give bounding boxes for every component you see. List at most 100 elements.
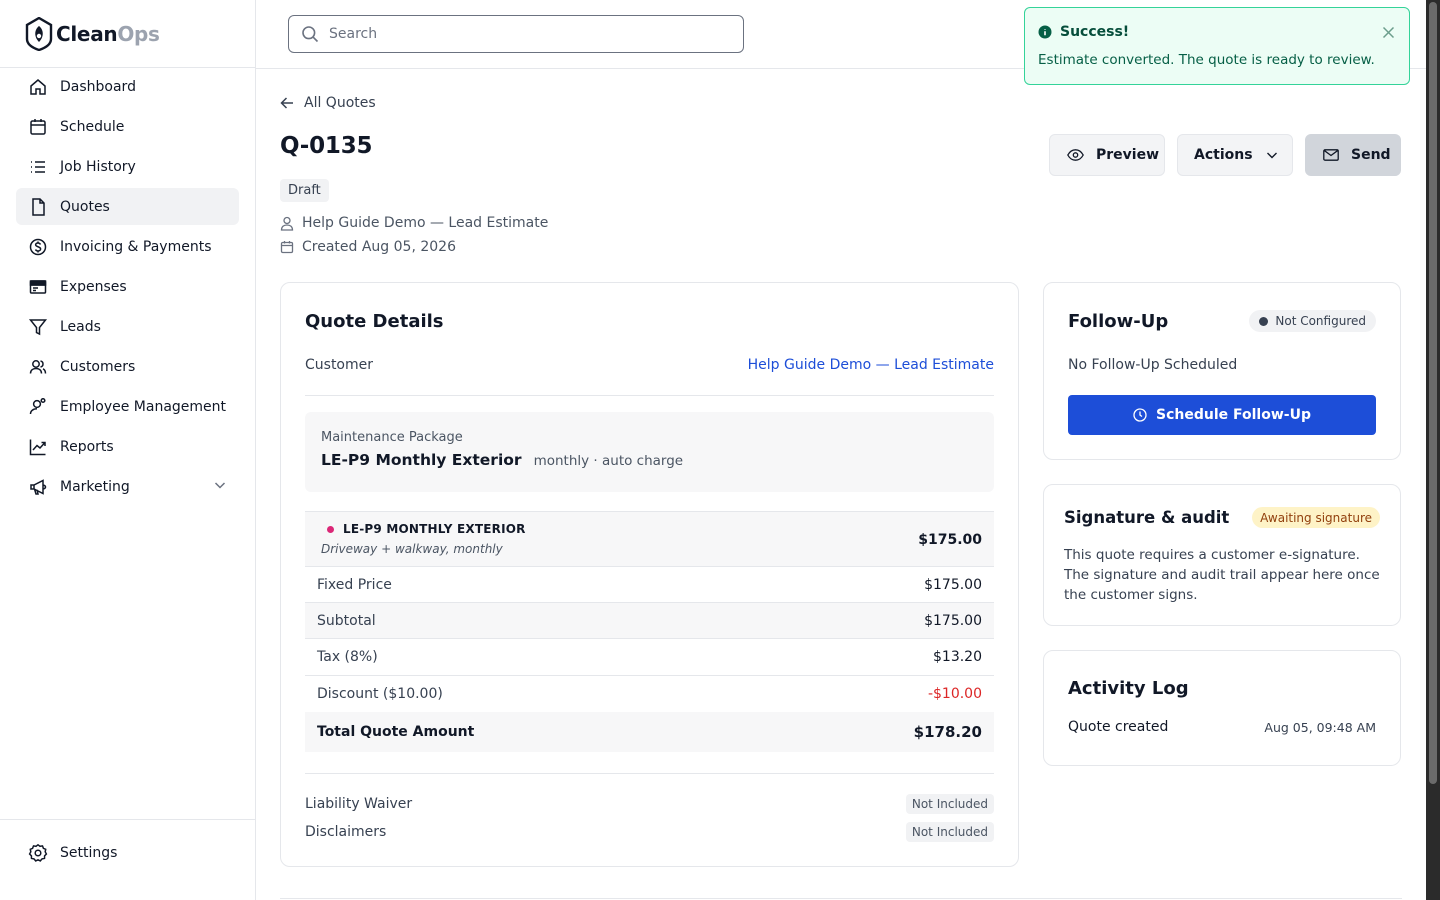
preview-button[interactable]: Preview [1049,134,1165,176]
gear-icon [28,843,48,863]
sidebar-item-customers[interactable]: Customers [16,348,239,385]
card-title: Follow-Up [1068,311,1169,332]
sidebar-item-label: Leads [60,318,101,335]
sidebar-item-quotes[interactable]: Quotes [16,188,239,225]
sidebar-item-label: Dashboard [60,78,136,95]
follow-up-card: Follow-Up Not Configured No Follow-Up Sc… [1043,282,1401,460]
status-badge: Draft [280,179,329,202]
sidebar-item-label: Settings [60,844,118,861]
chevron-down-icon[interactable] [213,478,227,492]
total-row: Total Quote Amount $178.20 [305,712,994,752]
chart-line-icon [28,437,48,457]
eye-icon [1067,149,1084,161]
status-badge: Not Included [905,794,994,814]
color-dot [327,525,334,533]
home-icon [28,77,48,97]
logo-icon [24,16,54,51]
divider [305,395,994,396]
list-item: Quote created Aug 05, 09:48 AM [1068,719,1376,735]
users-icon [28,357,48,377]
sidebar: CleanOps Dashboard Schedule Job History … [0,0,256,900]
divider [280,898,1402,899]
chevron-down-icon [1265,148,1279,162]
sidebar-item-reports[interactable]: Reports [16,428,239,465]
line-items-table: LE-P9 MONTHLY EXTERIOR Driveway + walkwa… [305,511,994,752]
sidebar-item-schedule[interactable]: Schedule [16,108,239,145]
send-button[interactable]: Send [1305,134,1401,176]
signature-audit-card: Signature & audit Awaiting signature Thi… [1043,484,1401,626]
back-label: All Quotes [304,95,376,111]
sidebar-item-label: Invoicing & Payments [60,238,212,255]
sidebar-item-label: Reports [60,438,114,455]
table-row: Discount ($10.00) -$10.00 [317,686,982,702]
status-dot [1259,316,1269,326]
customer-link[interactable]: Help Guide Demo — Lead Estimate [748,357,994,373]
sidebar-item-label: Expenses [60,278,127,295]
sidebar-item-expenses[interactable]: Expenses [16,268,239,305]
search-box[interactable] [288,15,744,53]
table-row: Tax (8%) $13.20 [305,639,994,676]
megaphone-icon [28,477,48,497]
quote-details-card: Quote Details Customer Help Guide Demo —… [280,282,1019,867]
sidebar-item-label: Schedule [60,118,125,135]
arrow-left-icon [280,96,294,110]
sidebar-nav: Dashboard Schedule Job History Quotes In… [0,68,255,505]
liability-waiver-row: Liability Waiver Not Included [305,794,994,814]
sidebar-item-dashboard[interactable]: Dashboard [16,68,239,105]
sidebar-item-label: Marketing [60,478,130,495]
filter-icon [28,317,48,337]
actions-dropdown-button[interactable]: Actions [1177,134,1293,176]
sidebar-item-label: Quotes [60,198,110,215]
check-circle-icon [1038,25,1052,39]
dollar-circle-icon [28,237,48,257]
user-icon [280,216,294,231]
page-title: Q-0135 [280,133,373,159]
card-title: Quote Details [305,311,444,332]
receipt-icon [28,277,48,297]
brand-logo[interactable]: CleanOps [0,0,255,68]
document-icon [28,197,48,217]
card-title: Activity Log [1068,678,1189,699]
calendar-icon [28,117,48,137]
back-to-quotes-link[interactable]: All Quotes [280,95,376,111]
sidebar-item-marketing[interactable]: Marketing [16,468,239,505]
table-row: Fixed Price $175.00 [305,567,994,603]
success-toast: Success! Estimate converted. The quote i… [1024,7,1410,85]
user-gear-icon [28,397,48,417]
activity-log-card: Activity Log Quote created Aug 05, 09:48… [1043,650,1401,766]
schedule-follow-up-button[interactable]: Schedule Follow-Up [1068,395,1376,435]
card-title: Signature & audit [1064,508,1230,527]
search-input[interactable] [329,26,729,42]
status-badge: Awaiting signature [1252,507,1380,528]
list-icon [28,157,48,177]
status-badge: Not Included [905,822,994,842]
calendar-icon [280,240,294,254]
divider [305,773,994,774]
sidebar-item-settings[interactable]: Settings [16,834,239,871]
customer-row: Customer Help Guide Demo — Lead Estimate [305,357,994,373]
clock-icon [1133,408,1147,422]
table-row: LE-P9 MONTHLY EXTERIOR Driveway + walkwa… [305,511,994,567]
sidebar-item-employee-management[interactable]: Employee Management [16,388,239,425]
sidebar-item-label: Job History [60,158,136,175]
brand-name: CleanOps [56,21,160,46]
sidebar-item-job-history[interactable]: Job History [16,148,239,185]
close-icon[interactable] [1382,26,1395,39]
toast-title: Success! [1060,24,1130,40]
disclaimers-row: Disclaimers Not Included [305,822,994,842]
sidebar-item-invoicing[interactable]: Invoicing & Payments [16,228,239,265]
quote-customer-meta: Help Guide Demo — Lead Estimate [280,215,548,231]
table-row: Subtotal $175.00 [305,603,994,639]
sidebar-item-label: Employee Management [60,398,227,415]
mail-icon [1323,149,1339,161]
maintenance-package-box: Maintenance Package LE-P9 Monthly Exteri… [305,412,994,492]
toast-message: Estimate converted. The quote is ready t… [1038,52,1375,68]
status-badge: Not Configured [1249,310,1376,332]
package-name: LE-P9 Monthly Exterior [321,451,522,469]
sidebar-item-leads[interactable]: Leads [16,308,239,345]
sidebar-item-label: Customers [60,358,136,375]
sidebar-settings-section: Settings [0,819,255,900]
quote-created-meta: Created Aug 05, 2026 [280,239,456,255]
page-scrollbar[interactable] [1426,0,1440,900]
scrollbar-thumb[interactable] [1429,2,1437,784]
